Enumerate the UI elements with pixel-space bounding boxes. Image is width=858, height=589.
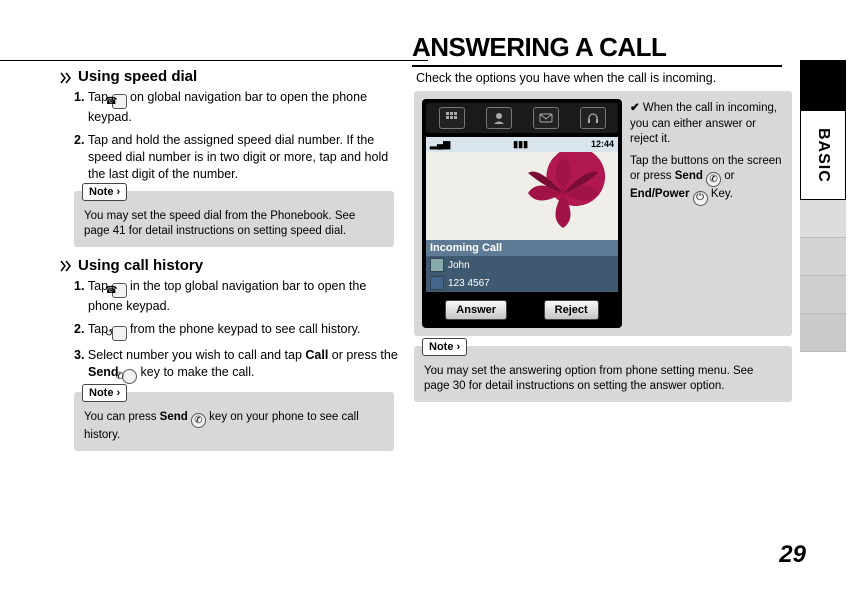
top-rule [0, 60, 428, 61]
dialer-icon [439, 107, 465, 129]
wallpaper [426, 152, 618, 240]
phone-screenshot: ▂▄▆ ▮▮▮ 12:44 [422, 99, 622, 328]
heading-text: Using speed dial [78, 68, 197, 85]
tab-grey [800, 314, 846, 352]
battery-icon: ▮▮▮ [513, 139, 528, 150]
soft-buttons: Answer Reject [426, 292, 618, 324]
tip-text: ✔ When the call in incoming, you can eit… [630, 99, 784, 328]
list-item: Tap ↺ from the phone keypad to see call … [74, 321, 400, 341]
flower-icon [528, 158, 598, 228]
caller-number-row: 123 4567 [426, 274, 618, 292]
phone-icon: ☎ [112, 94, 127, 109]
speed-dial-steps: Tap ☎ on global navigation bar to open t… [60, 89, 400, 183]
phone-num-icon [430, 276, 444, 290]
send-key-icon: ✆ [191, 413, 206, 428]
note-label: Note [82, 384, 127, 402]
status-bar: ▂▄▆ ▮▮▮ 12:44 [426, 137, 618, 152]
tab-grey [800, 238, 846, 276]
page-number: 29 [779, 541, 806, 569]
nav-bar [426, 103, 618, 133]
call-history-steps: Tap ☎ in the top global navigation bar t… [60, 278, 400, 385]
note-text: You may set the answering option from ph… [424, 365, 753, 392]
tab-dark [800, 60, 846, 110]
send-key-icon: ✆ [122, 369, 137, 384]
caller-name: John [448, 260, 470, 271]
signal-icon: ▂▄▆ [430, 139, 450, 150]
chevron-icon [60, 71, 72, 83]
note-text: You may set the speed dial from the Phon… [84, 210, 355, 237]
left-column: Using speed dial Tap ☎ on global navigat… [0, 0, 400, 589]
phone-icon: ☎ [112, 283, 127, 298]
note-label: Note [422, 338, 467, 356]
reject-button[interactable]: Reject [544, 300, 599, 320]
title-underline [412, 65, 782, 67]
heading-speed-dial: Using speed dial [60, 68, 400, 85]
power-key-icon: ⏻ [693, 191, 708, 206]
note-box: Note You may set the speed dial from the… [74, 191, 394, 247]
clock: 12:44 [591, 139, 614, 150]
history-icon: ↺ [112, 326, 127, 341]
note-box: Note You can press Send ✆ key on your ph… [74, 392, 394, 451]
note-box: Note You may set the answering option fr… [414, 346, 792, 402]
tab-grey [800, 276, 846, 314]
incoming-label: Incoming Call [426, 240, 618, 256]
check-icon: ✔ [630, 102, 640, 114]
list-item: Tap ☎ on global navigation bar to open t… [74, 89, 400, 126]
list-item: Tap ☎ in the top global navigation bar t… [74, 278, 400, 315]
right-column: ANSWERING A CALL Check the options you h… [400, 0, 800, 589]
tab-basic: BASIC [800, 110, 846, 200]
page: Using speed dial Tap ☎ on global navigat… [0, 0, 858, 589]
note-label: Note [82, 183, 127, 201]
avatar-icon [430, 258, 444, 272]
headset-icon [580, 107, 606, 129]
send-key-icon: ✆ [706, 172, 721, 187]
side-tabs: BASIC [800, 0, 846, 589]
subtitle: Check the options you have when the call… [412, 71, 800, 85]
caller-name-row: John [426, 256, 618, 274]
message-icon [533, 107, 559, 129]
heading-text: Using call history [78, 257, 203, 274]
caller-number: 123 4567 [448, 278, 490, 289]
tab-grey [800, 200, 846, 238]
list-item: Select number you wish to call and tap C… [74, 347, 400, 384]
answer-button[interactable]: Answer [445, 300, 507, 320]
heading-call-history: Using call history [60, 257, 400, 274]
chevron-icon [60, 259, 72, 271]
page-title: ANSWERING A CALL [412, 32, 800, 63]
contacts-icon [486, 107, 512, 129]
answer-panel: ▂▄▆ ▮▮▮ 12:44 [414, 91, 792, 336]
list-item: Tap and hold the assigned speed dial num… [74, 132, 400, 183]
